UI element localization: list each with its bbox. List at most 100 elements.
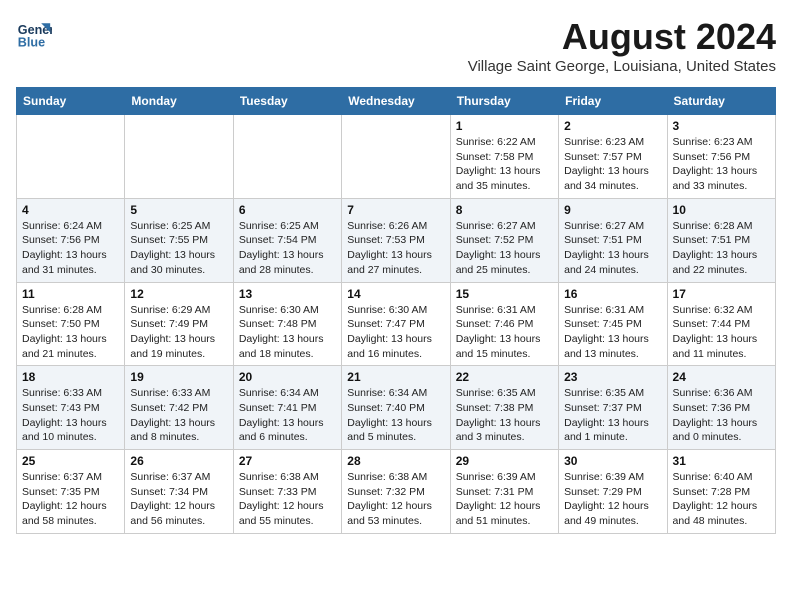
day-detail: Sunrise: 6:33 AM Sunset: 7:43 PM Dayligh… xyxy=(22,386,119,445)
day-number: 1 xyxy=(456,119,553,133)
day-number: 13 xyxy=(239,287,336,301)
day-number: 9 xyxy=(564,203,661,217)
calendar-week-row: 1 Sunrise: 6:22 AM Sunset: 7:58 PM Daylig… xyxy=(17,115,776,199)
day-number: 11 xyxy=(22,287,119,301)
calendar-cell: 27 Sunrise: 6:38 AM Sunset: 7:33 PM Dayli… xyxy=(233,450,341,534)
calendar-week-row: 4 Sunrise: 6:24 AM Sunset: 7:56 PM Daylig… xyxy=(17,198,776,282)
svg-text:Blue: Blue xyxy=(18,36,45,50)
day-detail: Sunrise: 6:40 AM Sunset: 7:28 PM Dayligh… xyxy=(673,470,770,529)
calendar-cell: 4 Sunrise: 6:24 AM Sunset: 7:56 PM Daylig… xyxy=(17,198,125,282)
calendar-cell: 9 Sunrise: 6:27 AM Sunset: 7:51 PM Daylig… xyxy=(559,198,667,282)
day-number: 8 xyxy=(456,203,553,217)
calendar-cell: 18Sunrise: 6:33 AM Sunset: 7:43 PM Dayli… xyxy=(17,366,125,450)
day-number: 6 xyxy=(239,203,336,217)
day-number: 23 xyxy=(564,370,661,384)
day-number: 17 xyxy=(673,287,770,301)
day-detail: Sunrise: 6:35 AM Sunset: 7:38 PM Dayligh… xyxy=(456,386,553,445)
calendar-cell xyxy=(342,115,450,199)
day-number: 27 xyxy=(239,454,336,468)
calendar-cell: 13 Sunrise: 6:30 AM Sunset: 7:48 PM Dayli… xyxy=(233,282,341,366)
calendar-cell xyxy=(233,115,341,199)
day-number: 15 xyxy=(456,287,553,301)
calendar-cell: 26Sunrise: 6:37 AM Sunset: 7:34 PM Dayli… xyxy=(125,450,233,534)
column-header-friday: Friday xyxy=(559,88,667,115)
day-number: 5 xyxy=(130,203,227,217)
calendar-cell: 16 Sunrise: 6:31 AM Sunset: 7:45 PM Dayli… xyxy=(559,282,667,366)
calendar-cell: 24 Sunrise: 6:36 AM Sunset: 7:36 PM Dayli… xyxy=(667,366,775,450)
day-detail: Sunrise: 6:39 AM Sunset: 7:29 PM Dayligh… xyxy=(564,470,661,529)
day-number: 24 xyxy=(673,370,770,384)
day-detail: Sunrise: 6:24 AM Sunset: 7:56 PM Dayligh… xyxy=(22,219,119,278)
day-number: 30 xyxy=(564,454,661,468)
day-detail: Sunrise: 6:23 AM Sunset: 7:56 PM Dayligh… xyxy=(673,135,770,194)
column-header-thursday: Thursday xyxy=(450,88,558,115)
day-number: 22 xyxy=(456,370,553,384)
calendar-cell: 23 Sunrise: 6:35 AM Sunset: 7:37 PM Dayli… xyxy=(559,366,667,450)
calendar-week-row: 11Sunrise: 6:28 AM Sunset: 7:50 PM Dayli… xyxy=(17,282,776,366)
calendar-cell: 17Sunrise: 6:32 AM Sunset: 7:44 PM Dayli… xyxy=(667,282,775,366)
month-year: August 2024 xyxy=(468,16,776,58)
calendar-week-row: 18Sunrise: 6:33 AM Sunset: 7:43 PM Dayli… xyxy=(17,366,776,450)
day-detail: Sunrise: 6:31 AM Sunset: 7:46 PM Dayligh… xyxy=(456,303,553,362)
day-number: 14 xyxy=(347,287,444,301)
logo-icon: General Blue xyxy=(16,16,52,52)
calendar-cell xyxy=(17,115,125,199)
day-detail: Sunrise: 6:35 AM Sunset: 7:37 PM Dayligh… xyxy=(564,386,661,445)
calendar-cell xyxy=(125,115,233,199)
calendar-cell: 2 Sunrise: 6:23 AM Sunset: 7:57 PM Daylig… xyxy=(559,115,667,199)
day-number: 7 xyxy=(347,203,444,217)
day-detail: Sunrise: 6:36 AM Sunset: 7:36 PM Dayligh… xyxy=(673,386,770,445)
day-detail: Sunrise: 6:38 AM Sunset: 7:33 PM Dayligh… xyxy=(239,470,336,529)
calendar-cell: 12 Sunrise: 6:29 AM Sunset: 7:49 PM Dayli… xyxy=(125,282,233,366)
calendar: SundayMondayTuesdayWednesdayThursdayFrid… xyxy=(16,87,776,534)
day-number: 29 xyxy=(456,454,553,468)
day-detail: Sunrise: 6:25 AM Sunset: 7:55 PM Dayligh… xyxy=(130,219,227,278)
day-number: 28 xyxy=(347,454,444,468)
day-detail: Sunrise: 6:39 AM Sunset: 7:31 PM Dayligh… xyxy=(456,470,553,529)
day-number: 4 xyxy=(22,203,119,217)
day-number: 20 xyxy=(239,370,336,384)
day-detail: Sunrise: 6:34 AM Sunset: 7:40 PM Dayligh… xyxy=(347,386,444,445)
column-header-monday: Monday xyxy=(125,88,233,115)
calendar-cell: 7 Sunrise: 6:26 AM Sunset: 7:53 PM Daylig… xyxy=(342,198,450,282)
day-detail: Sunrise: 6:26 AM Sunset: 7:53 PM Dayligh… xyxy=(347,219,444,278)
day-number: 16 xyxy=(564,287,661,301)
calendar-cell: 11Sunrise: 6:28 AM Sunset: 7:50 PM Dayli… xyxy=(17,282,125,366)
column-header-sunday: Sunday xyxy=(17,88,125,115)
day-number: 26 xyxy=(130,454,227,468)
day-detail: Sunrise: 6:33 AM Sunset: 7:42 PM Dayligh… xyxy=(130,386,227,445)
day-detail: Sunrise: 6:34 AM Sunset: 7:41 PM Dayligh… xyxy=(239,386,336,445)
calendar-cell: 28Sunrise: 6:38 AM Sunset: 7:32 PM Dayli… xyxy=(342,450,450,534)
day-detail: Sunrise: 6:30 AM Sunset: 7:48 PM Dayligh… xyxy=(239,303,336,362)
day-detail: Sunrise: 6:27 AM Sunset: 7:52 PM Dayligh… xyxy=(456,219,553,278)
day-number: 2 xyxy=(564,119,661,133)
calendar-cell: 21 Sunrise: 6:34 AM Sunset: 7:40 PM Dayli… xyxy=(342,366,450,450)
day-number: 10 xyxy=(673,203,770,217)
day-detail: Sunrise: 6:27 AM Sunset: 7:51 PM Dayligh… xyxy=(564,219,661,278)
day-detail: Sunrise: 6:22 AM Sunset: 7:58 PM Dayligh… xyxy=(456,135,553,194)
calendar-cell: 31Sunrise: 6:40 AM Sunset: 7:28 PM Dayli… xyxy=(667,450,775,534)
day-detail: Sunrise: 6:23 AM Sunset: 7:57 PM Dayligh… xyxy=(564,135,661,194)
calendar-cell: 8 Sunrise: 6:27 AM Sunset: 7:52 PM Daylig… xyxy=(450,198,558,282)
calendar-cell: 15 Sunrise: 6:31 AM Sunset: 7:46 PM Dayli… xyxy=(450,282,558,366)
day-number: 3 xyxy=(673,119,770,133)
title-block: August 2024 Village Saint George, Louisi… xyxy=(468,16,776,83)
calendar-cell: 14 Sunrise: 6:30 AM Sunset: 7:47 PM Dayli… xyxy=(342,282,450,366)
column-header-tuesday: Tuesday xyxy=(233,88,341,115)
day-detail: Sunrise: 6:30 AM Sunset: 7:47 PM Dayligh… xyxy=(347,303,444,362)
calendar-week-row: 25Sunrise: 6:37 AM Sunset: 7:35 PM Dayli… xyxy=(17,450,776,534)
calendar-cell: 6 Sunrise: 6:25 AM Sunset: 7:54 PM Daylig… xyxy=(233,198,341,282)
column-header-saturday: Saturday xyxy=(667,88,775,115)
day-number: 19 xyxy=(130,370,227,384)
day-detail: Sunrise: 6:31 AM Sunset: 7:45 PM Dayligh… xyxy=(564,303,661,362)
day-detail: Sunrise: 6:25 AM Sunset: 7:54 PM Dayligh… xyxy=(239,219,336,278)
calendar-cell: 3 Sunrise: 6:23 AM Sunset: 7:56 PM Daylig… xyxy=(667,115,775,199)
calendar-cell: 30 Sunrise: 6:39 AM Sunset: 7:29 PM Dayli… xyxy=(559,450,667,534)
header: General Blue August 2024 Village Saint G… xyxy=(16,16,776,83)
day-number: 21 xyxy=(347,370,444,384)
day-number: 12 xyxy=(130,287,227,301)
day-detail: Sunrise: 6:29 AM Sunset: 7:49 PM Dayligh… xyxy=(130,303,227,362)
location: Village Saint George, Louisiana, United … xyxy=(468,58,776,75)
logo: General Blue xyxy=(16,16,52,52)
calendar-cell: 22 Sunrise: 6:35 AM Sunset: 7:38 PM Dayli… xyxy=(450,366,558,450)
